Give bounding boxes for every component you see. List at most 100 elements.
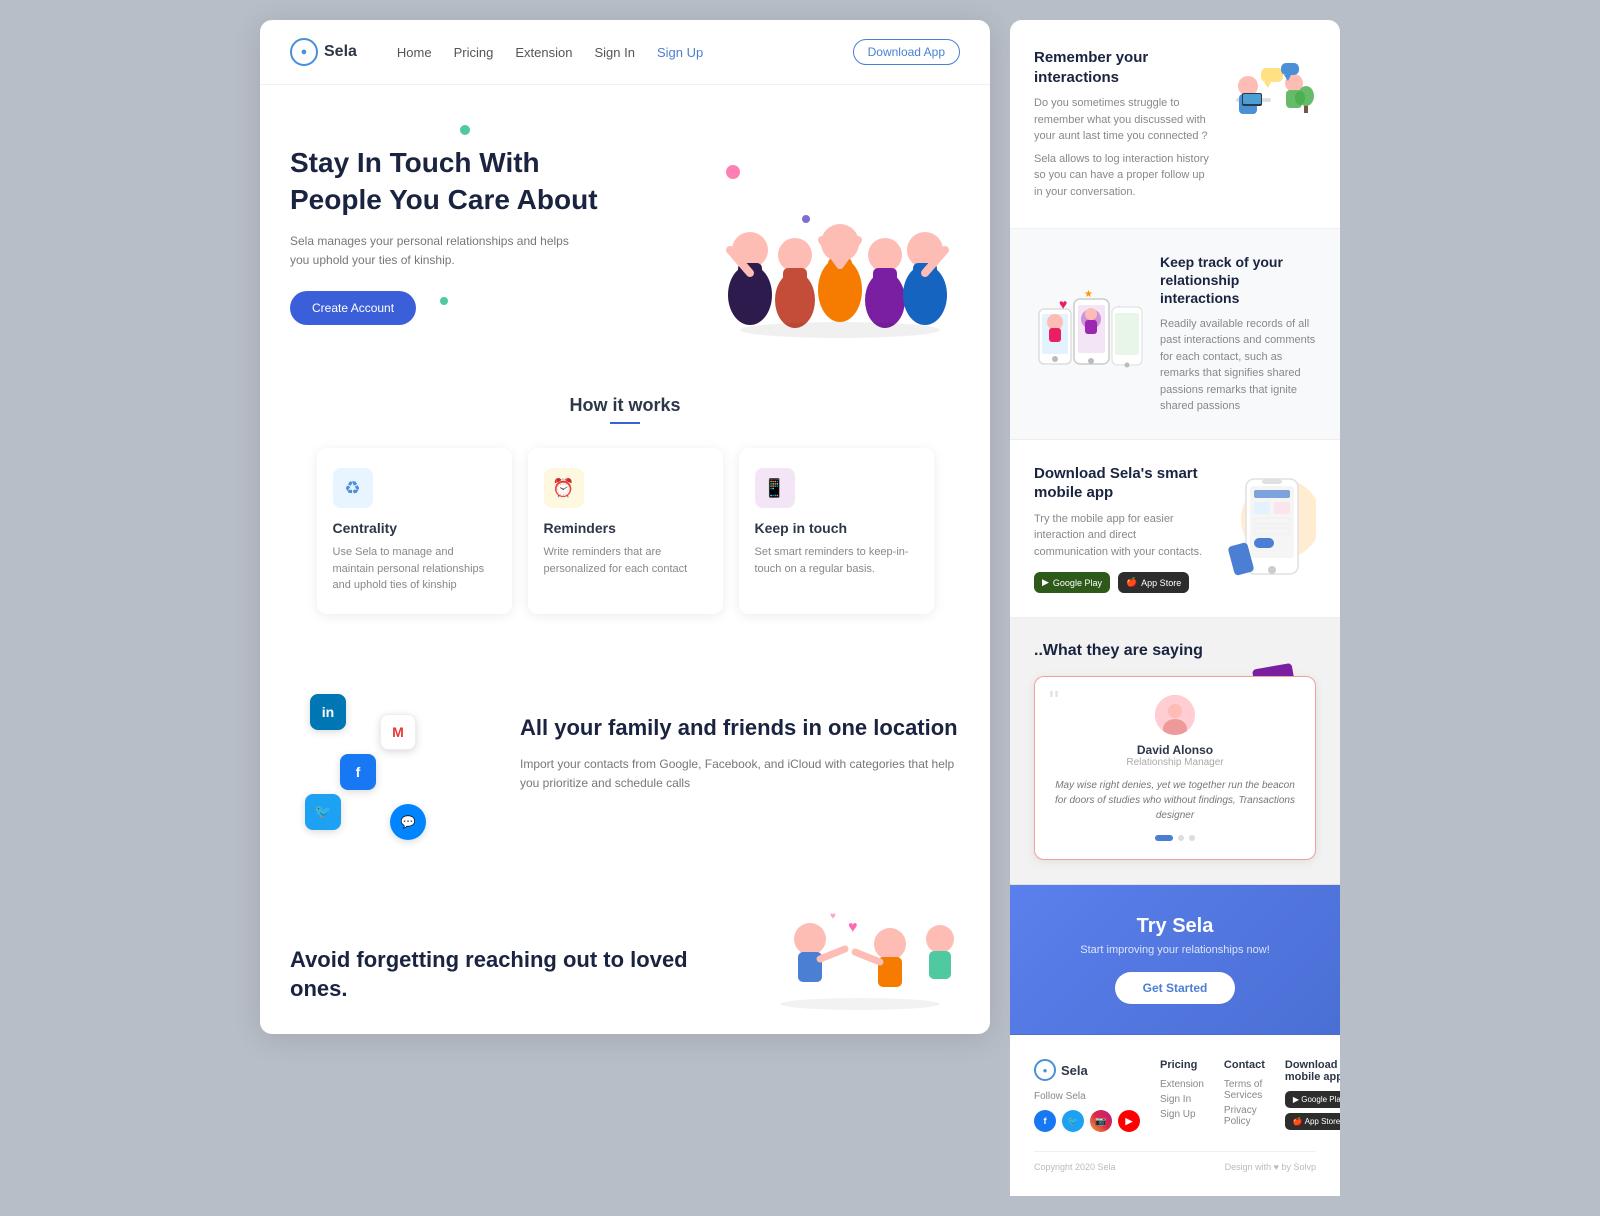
footer-credit: Design with ♥ by Solvp	[1225, 1162, 1316, 1172]
create-account-button[interactable]: Create Account	[290, 291, 416, 325]
testimonial-card: " David Alonso Relationship Manager May …	[1034, 676, 1316, 860]
download-phone-svg	[1226, 464, 1316, 594]
track-title: Keep track of your relationship interact…	[1160, 253, 1316, 308]
nav-home[interactable]: Home	[397, 45, 432, 60]
footer-link-extension[interactable]: Extension	[1160, 1079, 1204, 1090]
remember-svg	[1226, 48, 1316, 128]
messenger-icon: 💬	[390, 804, 426, 840]
remember-illustration	[1226, 48, 1316, 128]
testimonial-dots	[1053, 835, 1297, 841]
testimonial-section: ..What they are saying " David Alonso Re…	[1010, 618, 1340, 885]
download-app-button[interactable]: Download App	[853, 39, 960, 65]
footer-link-signup[interactable]: Sign Up	[1160, 1109, 1204, 1120]
testimonial-name: David Alonso	[1053, 743, 1297, 757]
footer-section: ● Sela Follow Sela f 🐦 📷 ▶ Pricing Exten…	[1010, 1035, 1340, 1196]
store-buttons: ▶ Google Play 🍎 App Store	[1034, 572, 1210, 593]
logo-text: Sela	[324, 43, 357, 61]
footer-top: ● Sela Follow Sela f 🐦 📷 ▶ Pricing Exten…	[1034, 1059, 1316, 1135]
footer-contact-title: Contact	[1224, 1059, 1265, 1071]
contacts-text: All your family and friends in one locat…	[520, 714, 960, 793]
keep-in-touch-icon: 📱	[755, 468, 795, 508]
avoid-title: Avoid forgetting reaching out to loved o…	[290, 946, 740, 1003]
footer-link-terms[interactable]: Terms of Services	[1224, 1079, 1265, 1101]
footer-youtube-icon[interactable]: ▶	[1118, 1110, 1140, 1132]
avatar-svg	[1155, 695, 1195, 735]
linkedin-icon: in	[310, 694, 346, 730]
svg-text:♥: ♥	[848, 919, 858, 936]
get-started-button[interactable]: Get Started	[1115, 972, 1236, 1004]
quote-icon: "	[1049, 687, 1059, 715]
play-icon: ▶	[1042, 577, 1049, 588]
contacts-title: All your family and friends in one locat…	[520, 714, 960, 743]
centrality-desc: Use Sela to manage and maintain personal…	[333, 544, 496, 594]
svg-text:★: ★	[1084, 289, 1093, 300]
card-reminders: ⏰ Reminders Write reminders that are per…	[528, 448, 723, 614]
footer-logo-text: Sela	[1061, 1063, 1088, 1078]
footer-app-store-button[interactable]: 🍎 App Store	[1285, 1113, 1340, 1130]
gmail-icon: M	[380, 714, 416, 750]
remember-section: Remember your interactions Do you someti…	[1010, 20, 1340, 229]
navbar: ● Sela Home Pricing Extension Sign In Si…	[260, 20, 990, 85]
google-play-button[interactable]: ▶ Google Play	[1034, 572, 1110, 593]
track-text: Keep track of your relationship interact…	[1160, 253, 1316, 415]
avoid-text: Avoid forgetting reaching out to loved o…	[290, 946, 740, 1013]
nav-links: Home Pricing Extension Sign In Sign Up	[397, 45, 703, 60]
how-it-works-section: How it works ♻ Centrality Use Sela to ma…	[260, 365, 990, 644]
footer-facebook-icon[interactable]: f	[1034, 1110, 1056, 1132]
testimonial-avatar	[1155, 695, 1195, 735]
app-store-button[interactable]: 🍎 App Store	[1118, 572, 1189, 593]
nav-signin[interactable]: Sign In	[594, 45, 634, 60]
how-it-works-title: How it works	[290, 395, 960, 424]
download-section: Download Sela's smart mobile app Try the…	[1010, 440, 1340, 619]
right-top-card: Remember your interactions Do you someti…	[1010, 20, 1340, 1196]
try-section: Try Sela Start improving your relationsh…	[1010, 885, 1340, 1035]
footer-google-play-button[interactable]: ▶ Google Play	[1285, 1091, 1340, 1108]
download-phone-illustration	[1226, 464, 1316, 584]
svg-text:♥: ♥	[1059, 296, 1067, 312]
app-store-label: App Store	[1141, 578, 1181, 588]
footer-logo-icon: ●	[1034, 1059, 1056, 1081]
footer-link-signin[interactable]: Sign In	[1160, 1094, 1204, 1105]
track-svg: ♥ ★ 💬	[1034, 289, 1144, 379]
footer-social-row: f 🐦 📷 ▶	[1034, 1110, 1140, 1132]
footer-bottom: Copyright 2020 Sela Design with ♥ by Sol…	[1034, 1151, 1316, 1172]
remember-text: Remember your interactions Do you someti…	[1034, 48, 1210, 200]
social-icons-group: in M f 🐦 💬	[290, 664, 490, 844]
avoid-illustration: ♥ ♥	[760, 894, 960, 1014]
reminders-title: Reminders	[544, 520, 707, 536]
footer-logo: ● Sela	[1034, 1059, 1140, 1081]
footer-link-privacy[interactable]: Privacy Policy	[1224, 1105, 1265, 1127]
apple-icon: 🍎	[1126, 577, 1137, 588]
nav-signup[interactable]: Sign Up	[657, 45, 703, 60]
hero-section: Stay In Touch With People You Care About…	[260, 85, 990, 365]
track-description: Readily available records of all past in…	[1160, 316, 1316, 415]
footer-instagram-icon[interactable]: 📷	[1090, 1110, 1112, 1132]
nav-actions: Download App	[853, 39, 960, 65]
nav-logo[interactable]: ● Sela	[290, 38, 357, 66]
reminders-icon: ⏰	[544, 468, 584, 508]
dot-1	[1155, 835, 1173, 841]
contacts-description: Import your contacts from Google, Facebo…	[520, 755, 960, 793]
left-panel: ● Sela Home Pricing Extension Sign In Si…	[260, 20, 990, 1034]
cards-row: ♻ Centrality Use Sela to manage and main…	[290, 448, 960, 614]
footer-pricing-title: Pricing	[1160, 1059, 1204, 1071]
centrality-icon: ♻	[333, 468, 373, 508]
right-panel: Remember your interactions Do you someti…	[1010, 20, 1340, 1196]
nav-pricing[interactable]: Pricing	[454, 45, 494, 60]
dot-2	[1178, 835, 1184, 841]
try-description: Start improving your relationships now!	[1034, 944, 1316, 956]
nav-extension[interactable]: Extension	[515, 45, 572, 60]
footer-twitter-icon[interactable]: 🐦	[1062, 1110, 1084, 1132]
twitter-icon: 🐦	[305, 794, 341, 830]
remember-title: Remember your interactions	[1034, 48, 1210, 87]
centrality-title: Centrality	[333, 520, 496, 536]
contacts-section: in M f 🐦 💬 All your family and friends i…	[260, 644, 990, 874]
download-text: Download Sela's smart mobile app Try the…	[1034, 464, 1210, 594]
testimonial-role: Relationship Manager	[1053, 757, 1297, 768]
remember-desc1: Do you sometimes struggle to remember wh…	[1034, 95, 1210, 145]
reminders-desc: Write reminders that are personalized fo…	[544, 544, 707, 577]
footer-col-download: Download our mobile app ▶ Google Play 🍎 …	[1285, 1059, 1340, 1135]
footer-follow-label: Follow Sela	[1034, 1091, 1140, 1102]
footer-copyright: Copyright 2020 Sela	[1034, 1162, 1116, 1172]
download-description: Try the mobile app for easier interactio…	[1034, 511, 1210, 561]
